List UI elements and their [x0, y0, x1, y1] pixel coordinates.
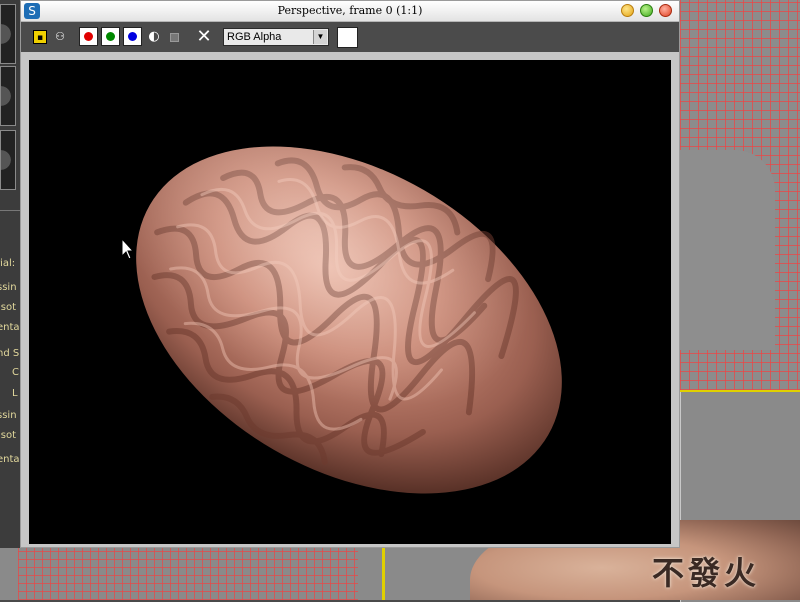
watermark: 不發火 — [652, 554, 761, 592]
active-viewport-border — [382, 548, 385, 600]
frame-toolbar: ▪ ⚇ ◐ ✕ RGB Alpha ▼ — [21, 22, 679, 52]
panel-label: isot — [0, 430, 17, 441]
color-swatch[interactable] — [337, 27, 358, 48]
panel-label: nd S — [0, 348, 20, 359]
panel-label: L — [12, 388, 18, 399]
red-dot-icon — [84, 32, 93, 41]
render-canvas[interactable] — [29, 60, 671, 544]
wireframe-mesh — [18, 548, 358, 600]
maximize-button[interactable] — [640, 4, 653, 17]
material-editor-panel[interactable]: rial: ssin isot enta nd S C L ssin isot … — [0, 0, 22, 548]
green-channel-toggle[interactable] — [101, 27, 120, 46]
blue-channel-toggle[interactable] — [123, 27, 142, 46]
blue-dot-icon — [128, 32, 137, 41]
mouse-cursor-icon — [121, 238, 135, 260]
panel-label: enta — [0, 454, 20, 465]
title-bar[interactable]: S Perspective, frame 0 (1:1) — [21, 1, 679, 22]
panel-label: enta — [0, 322, 20, 333]
alpha-icon[interactable] — [170, 33, 179, 42]
material-slot[interactable] — [0, 130, 16, 190]
brain-render — [136, 146, 562, 494]
brain-model — [136, 146, 562, 494]
green-dot-icon — [106, 32, 115, 41]
minimize-button[interactable] — [621, 4, 634, 17]
window-title: Perspective, frame 0 (1:1) — [277, 4, 423, 17]
mono-icon[interactable]: ◐ — [147, 30, 161, 44]
rendered-frame-window[interactable]: S Perspective, frame 0 (1:1) ▪ ⚇ ◐ ✕ RGB… — [20, 0, 680, 548]
material-slot[interactable] — [0, 66, 16, 126]
red-channel-toggle[interactable] — [79, 27, 98, 46]
panel-label: isot — [0, 302, 17, 313]
material-slot[interactable] — [0, 4, 16, 64]
panel-label: rial: — [0, 258, 16, 269]
background-viewport-wireframe[interactable] — [680, 0, 800, 390]
save-icon[interactable]: ▪ — [33, 30, 47, 44]
channel-dropdown[interactable]: RGB Alpha ▼ — [223, 28, 329, 46]
panel-label: C — [12, 367, 19, 378]
clone-icon[interactable]: ⚇ — [53, 30, 67, 44]
chevron-down-icon[interactable]: ▼ — [313, 30, 327, 44]
panel-divider — [0, 210, 22, 211]
channel-dropdown-value: RGB Alpha — [227, 31, 282, 43]
panel-label: ssin — [0, 282, 17, 293]
close-button[interactable] — [659, 4, 672, 17]
panel-label: ssin — [0, 410, 17, 421]
viewport-shaded-region — [680, 150, 775, 350]
clear-icon[interactable]: ✕ — [195, 27, 213, 47]
